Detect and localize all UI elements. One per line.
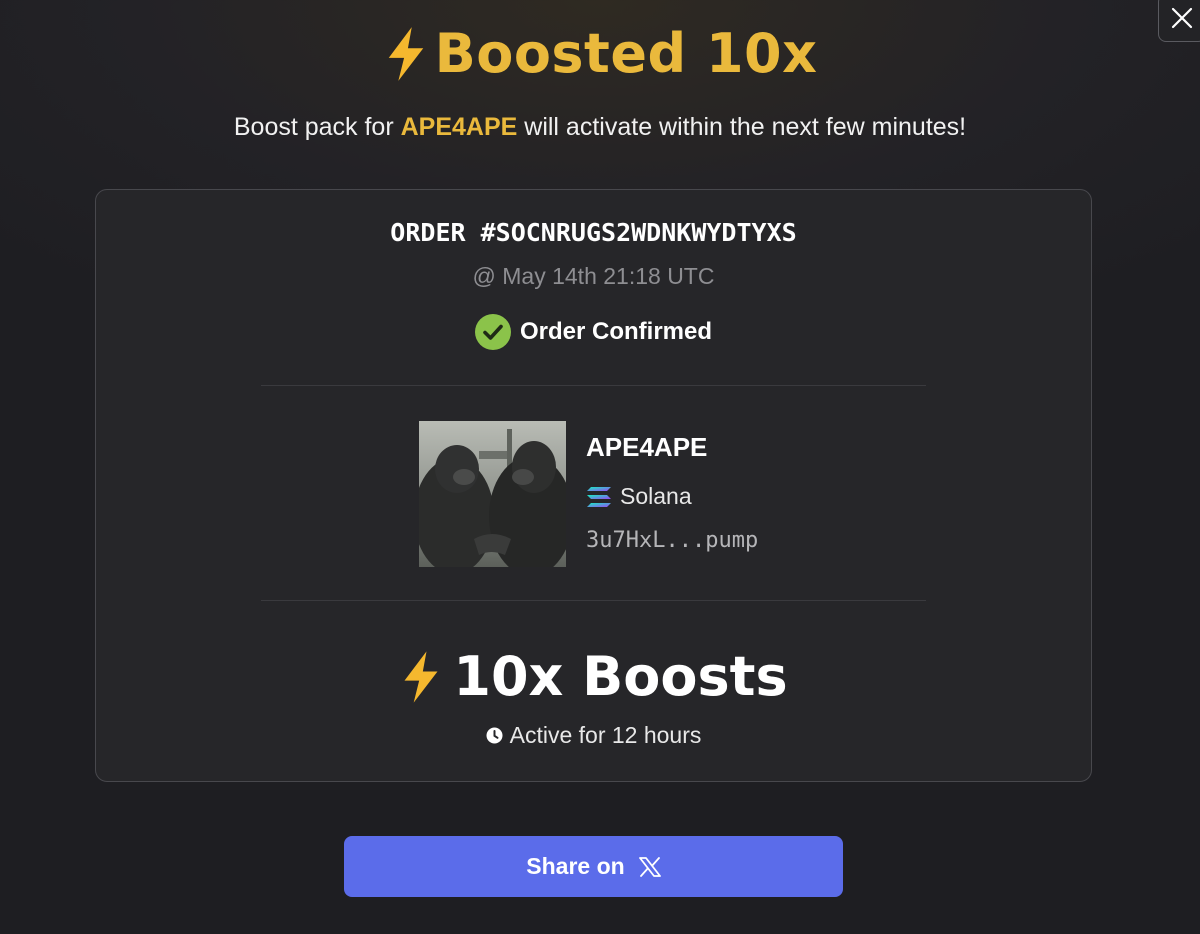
token-info: APE4APE Solana 3u7HxL...pump — [586, 432, 758, 553]
order-status: Order Confirmed — [96, 314, 1091, 350]
boost-duration: Active for 12 hours — [96, 722, 1091, 749]
page-title: Boosted 10x — [0, 22, 1200, 85]
solana-icon — [587, 486, 611, 507]
status-text: Order Confirmed — [519, 318, 713, 345]
activation-message: Boost pack for APE4APE will activate wit… — [0, 113, 1200, 142]
check-circle-icon — [474, 314, 511, 350]
order-timestamp: @ May 14th 21:18 UTC — [472, 263, 715, 289]
subtitle-suffix: will activate within the next few minute… — [517, 113, 967, 141]
token-address: 3u7HxL...pump — [586, 528, 759, 553]
lightning-icon — [404, 650, 438, 703]
boost-amount: 10x Boosts — [96, 645, 1091, 708]
order-card: ORDER #SOCNRUGS2WDNKWYDTYXS @ May 14th 2… — [95, 189, 1092, 782]
lightning-icon — [388, 26, 423, 81]
clock-icon — [486, 727, 503, 744]
divider — [261, 600, 926, 601]
share-on-x-button[interactable]: Share on — [344, 836, 843, 897]
duration-text: Active for 12 hours — [509, 722, 702, 748]
token-name: APE4APE — [586, 432, 708, 462]
order-id: ORDER #SOCNRUGS2WDNKWYDTYXS — [390, 218, 797, 247]
gorillas-handshake-image — [414, 421, 573, 576]
divider — [261, 385, 926, 386]
chain-name: Solana — [620, 483, 692, 509]
title-text: Boosted 10x — [434, 22, 818, 85]
x-logo-icon — [638, 856, 661, 877]
subtitle-prefix: Boost pack for — [233, 113, 401, 141]
chain-label: Solana — [586, 483, 758, 510]
token-highlight: APE4APE — [400, 113, 518, 141]
token-image — [414, 421, 573, 576]
boost-label: 10x Boosts — [453, 645, 788, 708]
share-label: Share on — [526, 853, 625, 879]
